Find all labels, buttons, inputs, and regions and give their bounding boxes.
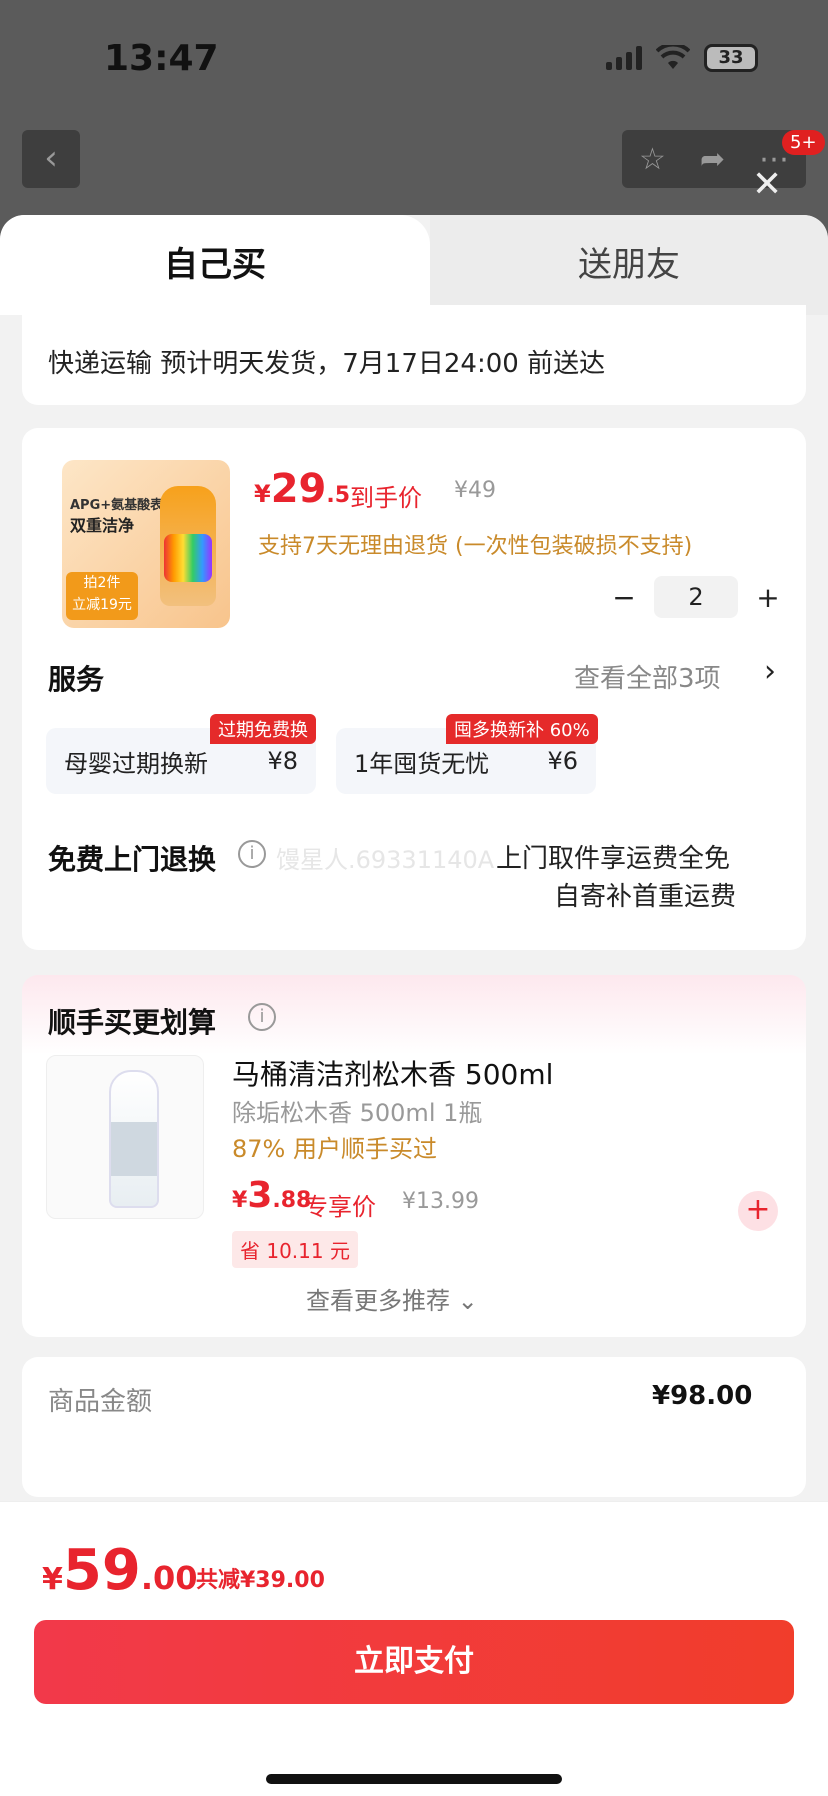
original-price: ¥49 [454,478,496,503]
addon-price: ¥3.88 [232,1175,312,1216]
services-title: 服务 [48,663,105,696]
goods-amount-label: 商品金额 [48,1387,153,1417]
door-return-desc-2: 自寄补首重运费 [554,882,737,912]
order-summary: 商品金额 ¥98.00 [22,1357,806,1497]
refund-policy: 支持7天无理由退货 (一次性包装破损不支持) [258,534,693,559]
checkout-footer: ¥59.00 共减¥39.00 立即支付 [0,1501,828,1796]
service-name: 母婴过期换新 [64,749,208,778]
background-page [0,0,828,230]
addon-card: 顺手买更划算 i 马桶清洁剂松木香 500ml 除垢松木香 500ml 1瓶 8… [22,975,806,1337]
service-price: ¥6 [547,747,578,775]
status-icons: 33 [606,44,758,72]
addon-price-label: 专享价 [304,1193,376,1221]
addon-title: 顺手买更划算 [48,1006,217,1039]
status-time: 13:47 [104,38,219,79]
door-return-title: 免费上门退换 [48,843,217,876]
quantity-stepper: − 2 + [612,576,780,618]
product-price: ¥29.5 [254,466,351,512]
battery-icon: 33 [704,44,758,72]
qty-input[interactable]: 2 [654,576,738,618]
total-discount: 共减¥39.00 [196,1568,325,1593]
wifi-icon [656,45,690,69]
shipping-info: 快递运输 预计明天发货，7月17日24:00 前送达 [22,305,806,405]
home-indicator [266,1774,562,1784]
service-tag: 囤多换新补 60% [446,714,598,744]
add-addon-button[interactable]: + [738,1191,778,1231]
star-icon[interactable]: ☆ [639,142,666,177]
share-icon[interactable]: ➦ [700,142,725,177]
services-more-link[interactable]: 查看全部3项 [574,658,721,695]
service-price: ¥8 [267,747,298,775]
product-card: APG+氨基酸表活 双重洁净 拍2件 立减19元 ¥29.5 到手价 ¥49 支… [22,428,806,950]
total-price: ¥59.00 [42,1538,198,1603]
addon-name[interactable]: 马桶清洁剂松木香 500ml [232,1053,553,1093]
back-button[interactable]: ‹ [22,130,80,188]
watermark: 馒星人.69331140A [276,846,495,874]
goods-amount-value: ¥98.00 [652,1381,753,1411]
price-label: 到手价 [350,484,422,512]
bottle-label-graphic [111,1122,157,1176]
service-tag: 过期免费换 [210,714,316,744]
product-image: APG+氨基酸表活 双重洁净 拍2件 立减19元 [62,460,230,628]
image-text-2: 双重洁净 [70,516,135,535]
pay-now-button[interactable]: 立即支付 [34,1620,794,1704]
more-recommend-link[interactable]: 查看更多推荐 ⌄ [306,1281,478,1316]
info-icon[interactable]: i [248,1003,276,1031]
tab-buy-self[interactable]: 自己买 [0,215,430,315]
signal-icon [606,46,642,70]
door-return-desc-1: 上门取件享运费全免 [496,844,731,874]
info-icon[interactable]: i [238,840,266,868]
chevron-right-icon[interactable]: › [764,654,776,689]
purchase-tabs: 送朋友 自己买 [0,215,828,315]
message-badge: 5+ [782,130,825,155]
addon-product-image[interactable] [46,1055,204,1219]
service-name: 1年囤货无忧 [354,749,490,778]
tab-send-friend[interactable]: 送朋友 [430,215,828,315]
addon-bought-rate: 87% 用户顺手买过 [232,1135,437,1163]
image-promo: 拍2件 立减19元 [66,572,138,620]
addon-save-badge: 省 10.11 元 [232,1231,358,1268]
addon-original-price: ¥13.99 [402,1189,479,1214]
close-icon[interactable]: ✕ [752,164,782,205]
checkout-sheet: 送朋友 自己买 快递运输 预计明天发货，7月17日24:00 前送达 APG+氨… [0,215,828,1796]
qty-plus-button[interactable]: + [756,581,780,614]
bottle-label-graphic [164,534,212,582]
addon-spec: 除垢松木香 500ml 1瓶 [232,1099,483,1127]
qty-minus-button[interactable]: − [612,581,636,614]
